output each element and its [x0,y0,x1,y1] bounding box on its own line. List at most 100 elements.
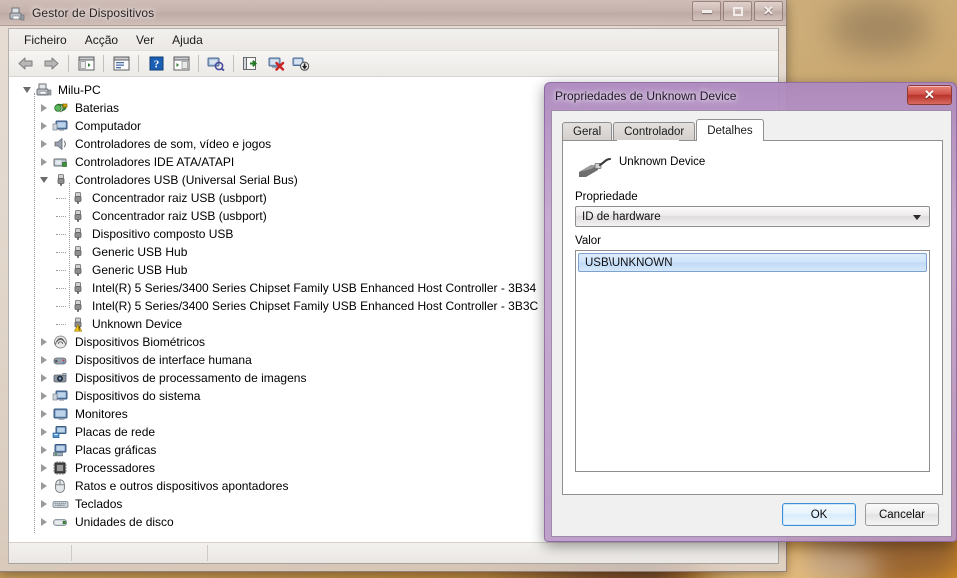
tree-item-label: Generic USB Hub [92,263,188,277]
chevron-right-icon[interactable] [36,369,52,387]
menu-bar: Ficheiro Acção Ver Ajuda [9,29,778,51]
dialog-buttons: OK Cancelar [782,503,939,526]
chevron-right-icon[interactable] [36,441,52,459]
value-listbox[interactable]: USB\UNKNOWN [575,250,930,472]
property-selected-value: ID de hardware [582,210,661,223]
chevron-right-icon[interactable] [36,513,52,531]
chevron-right-icon[interactable] [36,333,52,351]
property-dropdown[interactable]: ID de hardware [575,206,930,227]
biometric-icon [52,334,70,350]
chevron-right-icon[interactable] [36,135,52,153]
tree-leaf-connector [53,207,69,225]
tree-item-label: Computador [75,119,142,133]
monitor-icon [52,406,70,422]
sound-icon [52,136,70,152]
chevron-right-icon[interactable] [36,477,52,495]
usb-icon [69,208,87,224]
computer-icon [52,118,70,134]
usb-icon [52,172,70,188]
tree-item-label: Concentrador raiz USB (usbport) [92,191,267,205]
tab-controlador[interactable]: Controlador [613,122,696,141]
tree-leaf-connector [53,315,69,333]
forward-arrow-icon[interactable] [39,53,63,75]
tree-leaf-connector [53,297,69,315]
minimize-button[interactable] [692,1,721,21]
menu-accao[interactable]: Acção [76,31,127,49]
menu-ajuda[interactable]: Ajuda [163,31,212,49]
scan-hardware-changes-icon[interactable] [204,53,228,75]
chevron-right-icon[interactable] [36,351,52,369]
status-bar [9,542,778,563]
tree-item-label: Generic USB Hub [92,245,188,259]
chevron-right-icon[interactable] [36,423,52,441]
battery-icon [52,100,70,116]
tree-item-label: Processadores [75,461,156,475]
usb-icon [69,262,87,278]
tree-item-label: Intel(R) 5 Series/3400 Series Chipset Fa… [92,281,537,295]
dialog-title: Propriedades de Unknown Device [555,89,737,103]
uninstall-device-icon[interactable] [264,53,288,75]
usb-icon [69,244,87,260]
close-icon: ✕ [763,3,774,18]
device-header: Unknown Device [563,141,942,183]
keyboard-icon [52,496,70,512]
chevron-right-icon[interactable] [36,117,52,135]
tree-item-label: Dispositivos Biométricos [75,335,206,349]
chevron-down-icon[interactable] [19,81,35,99]
dialog-client-area: Geral Controlador Detalhes Unknown Devic… [551,110,952,537]
tree-item-label: Ratos e outros dispositivos apontadores [75,479,289,493]
usb-warning-icon [69,316,87,332]
properties-icon[interactable] [109,53,133,75]
usb-icon [69,298,87,314]
wallpaper-shape [830,0,930,55]
tab-geral[interactable]: Geral [562,122,613,141]
menu-ver[interactable]: Ver [127,31,163,49]
disk-drive-icon [52,514,70,530]
window-controls: ✕ [692,1,783,21]
usb-icon [69,280,87,296]
toolbar-separator [138,55,139,72]
imaging-icon [52,370,70,386]
maximize-button[interactable] [723,1,752,21]
status-segment-3 [208,543,778,563]
device-manager-icon [8,4,26,22]
dialog-tabstrip: Geral Controlador Detalhes [562,119,765,141]
ok-button[interactable]: OK [782,503,856,526]
status-segment-1 [9,543,71,563]
usb-icon [69,190,87,206]
tree-item-label: Controladores IDE ATA/ATAPI [75,155,235,169]
close-button[interactable]: ✕ [754,1,783,21]
chevron-down-icon[interactable] [36,171,52,189]
list-item[interactable]: USB\UNKNOWN [578,253,927,272]
tree-item-label: Unknown Device [92,317,183,331]
dialog-titlebar[interactable]: Propriedades de Unknown Device ✕ [545,83,956,109]
tree-item-label: Controladores USB (Universal Serial Bus) [75,173,298,187]
toolbar-separator [233,55,234,72]
back-arrow-icon[interactable] [14,53,38,75]
property-label: Propriedade [575,191,638,203]
help-icon[interactable]: ? [144,53,168,75]
disable-device-icon[interactable] [289,53,313,75]
show-hide-console-tree-icon[interactable] [74,53,98,75]
chevron-right-icon[interactable] [36,99,52,117]
toolbar-separator [68,55,69,72]
show-hide-action-pane-icon[interactable] [169,53,193,75]
tree-item-label: Concentrador raiz USB (usbport) [92,209,267,223]
window-titlebar[interactable]: Gestor de Dispositivos ✕ [0,0,786,26]
computer-root-icon [35,82,53,98]
tab-detalhes[interactable]: Detalhes [696,119,764,141]
chevron-right-icon[interactable] [36,405,52,423]
tree-leaf-connector [53,225,69,243]
cancel-button[interactable]: Cancelar [865,503,939,526]
device-name: Unknown Device [619,156,706,168]
menu-ficheiro[interactable]: Ficheiro [15,31,76,49]
dialog-close-button[interactable]: ✕ [907,85,952,105]
chevron-right-icon[interactable] [36,153,52,171]
chevron-right-icon[interactable] [36,387,52,405]
chevron-right-icon[interactable] [36,459,52,477]
tree-item-label: Milu-PC [58,83,101,97]
chevron-right-icon[interactable] [36,495,52,513]
update-driver-icon[interactable] [239,53,263,75]
processor-icon [52,460,70,476]
tree-item-label: Dispositivos de interface humana [75,353,252,367]
